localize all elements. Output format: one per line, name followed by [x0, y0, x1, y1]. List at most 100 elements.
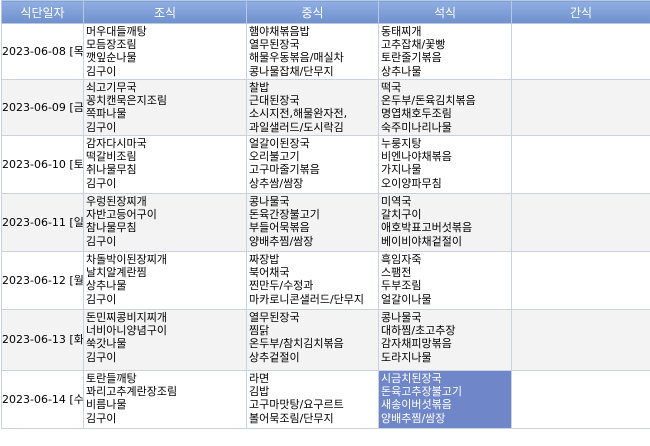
menu-item: 라면 — [249, 372, 270, 385]
lunch-cell[interactable]: 찰밥 근대된장국 소시지전,해물완자전, 과일샐러드/도시락김 — [246, 79, 379, 136]
dinner-cell-selected[interactable]: 시금치된장국 돈육고추장불고기 새송이버섯볶음 양배추찜/쌈장 — [378, 370, 512, 429]
date-cell: 2023-06-11 [일요일] — [1, 193, 84, 252]
menu-item: 명엽채호두조림 — [381, 107, 452, 121]
menu-item: 날치알계란찜 — [86, 266, 147, 280]
menu-item: 김구이 — [86, 120, 117, 134]
menu-item: 오이양파무침 — [381, 176, 442, 190]
menu-item: 돈육고추장불고기 — [381, 385, 462, 399]
breakfast-cell[interactable]: 차돌박이된장찌개 날치알계란찜 상추나물 김구이 — [83, 251, 247, 310]
menu-item: 감자채피망볶음 — [381, 337, 452, 351]
lunch-cell[interactable]: 콩나물국 돈육간장불고기 부들어묵볶음 양배추찜/쌈장 — [246, 193, 379, 252]
menu-item: 상추나물 — [86, 279, 127, 293]
lunch-cell[interactable]: 얼갈이된장국 오리불고기 고구마줄기볶음 상추쌈/쌈장 — [246, 135, 379, 194]
table-row: 2023-06-11 [일요일] 우렁된장찌개자반고등어구이참나물무침김구이 콩… — [1, 193, 650, 252]
menu-item: 김구이 — [86, 64, 117, 78]
meal-schedule-table: 식단일자 조식 중식 석식 간식 2023-06-08 [목요일] 머우대들깨탕… — [1, 0, 650, 429]
menu-item: 꽈리고추계란장조림 — [86, 385, 178, 399]
header-lunch[interactable]: 중식 — [246, 0, 379, 24]
lunch-cell[interactable]: 열무된장국 찜닭 온두부/참치김치볶음 상추겉절이 — [246, 309, 379, 371]
date-cell: 2023-06-13 [화요일] — [1, 309, 84, 371]
menu-item: 누룽지탕 — [381, 137, 422, 150]
snack-cell[interactable] — [511, 135, 650, 194]
header-breakfast[interactable]: 조식 — [83, 0, 247, 24]
header-snack[interactable]: 간식 — [511, 0, 650, 24]
dinner-cell[interactable]: 떡국 온두부/돈육김치볶음 명엽채호두조림 숙주미나리나물 — [378, 79, 512, 136]
menu-item: 온두부/돈육김치볶음 — [381, 94, 476, 108]
lunch-cell[interactable]: 짜장밥 북어채국 찐만두/수정과 마카로니콘샐러드/단무지 — [246, 251, 379, 310]
menu-item: 김밥 — [249, 385, 270, 399]
menu-item: 새송이버섯볶음 — [381, 398, 452, 412]
dinner-cell[interactable]: 누룽지탕 비엔나야채볶음 가지나물 오이양파무침 — [378, 135, 512, 194]
menu-item: 비름나물 — [86, 398, 127, 412]
menu-item: 갈치구이 — [381, 208, 422, 222]
menu-item: 마카로니콘샐러드/단무지 — [249, 292, 365, 306]
breakfast-cell[interactable]: 돈민찌콩비지찌개 너비아니양념구이 쑥갓나물 김구이 — [83, 309, 247, 371]
menu-item: 오리불고기 — [249, 150, 300, 164]
menu-item: 상추겉절이 — [249, 350, 300, 364]
menu-item: 콩나물잡채/단무지 — [249, 64, 334, 78]
breakfast-cell[interactable]: 쇠고기무국 꽁치캔묵은지조림 쪽파나물 김구이 — [83, 79, 247, 136]
menu-item: 콩나물국 — [381, 311, 422, 324]
menu-item: 스팸전 — [381, 266, 412, 280]
breakfast-cell[interactable]: 감자다시마국 떡갈비조림 취나물무침 김구이 — [83, 135, 247, 194]
table-row: 2023-06-10 [토요일] 감자다시마국떡갈비조림취나물무침김구이 얼갈이… — [1, 135, 650, 194]
menu-item: 쑥갓나물 — [86, 337, 127, 351]
menu-item: 꽁치캔묵은지조림 — [86, 94, 167, 108]
menu-item: 콩나물국 — [249, 195, 290, 208]
menu-item: 김구이 — [86, 292, 117, 306]
menu-item: 과일샐러드/도시락김 — [249, 120, 344, 134]
menu-item: 애호박표고버섯볶음 — [381, 221, 473, 235]
menu-item: 찜닭 — [249, 324, 270, 338]
menu-item: 상추쌈/쌈장 — [249, 176, 304, 190]
menu-item: 감자다시마국 — [86, 137, 147, 150]
menu-item: 떡국 — [381, 81, 402, 94]
menu-item: 자반고등어구이 — [86, 208, 157, 222]
menu-item: 취나물무침 — [86, 163, 137, 177]
menu-item: 북어채국 — [249, 266, 290, 280]
snack-cell[interactable] — [511, 309, 650, 371]
table-row: 2023-06-13 [화요일] 돈민찌콩비지찌개너비아니양념구이쑥갓나물김구이… — [1, 309, 650, 371]
menu-item: 고추잡채/꽃빵 — [381, 38, 446, 52]
menu-item: 김구이 — [86, 350, 117, 364]
menu-item: 참나물무침 — [86, 221, 137, 235]
header-date[interactable]: 식단일자 — [1, 0, 84, 24]
snack-cell[interactable] — [511, 79, 650, 136]
menu-item: 베이비야채겉절이 — [381, 234, 462, 248]
table-row: 2023-06-14 [수요일] 토란들깨탕꽈리고추계란장조림비름나물김구이 라… — [1, 370, 650, 429]
date-cell: 2023-06-10 [토요일] — [1, 135, 84, 194]
menu-item: 시금치된장국 — [381, 372, 442, 385]
header-dinner[interactable]: 석식 — [378, 0, 512, 24]
menu-item: 양배추찜/쌈장 — [249, 234, 314, 248]
menu-item: 온두부/참치김치볶음 — [249, 337, 344, 351]
menu-item: 쇠고기무국 — [86, 81, 137, 94]
menu-item: 비엔나야채볶음 — [381, 150, 452, 164]
snack-cell[interactable] — [511, 193, 650, 252]
header-row: 식단일자 조식 중식 석식 간식 — [1, 0, 650, 24]
table-row: 2023-06-09 [금요일] 쇠고기무국꽁치캔묵은지조림쪽파나물김구이 찰밥… — [1, 79, 650, 136]
lunch-cell[interactable]: 라면 김밥 고구마맛탕/요구르트 볼어묵조림/단무지 — [246, 370, 379, 429]
menu-item: 차돌박이된장찌개 — [86, 253, 167, 266]
menu-item: 김구이 — [86, 234, 117, 248]
menu-item: 상추나물 — [381, 64, 422, 78]
date-cell: 2023-06-14 [수요일] — [1, 370, 84, 429]
menu-item: 고구마줄기볶음 — [249, 163, 320, 177]
breakfast-cell[interactable]: 머우대들깨탕 모듬장조림 깻잎순나물 김구이 — [83, 23, 247, 80]
menu-item: 열무된장국 — [249, 311, 300, 324]
menu-item: 동태찌개 — [381, 25, 422, 38]
snack-cell[interactable] — [511, 370, 650, 429]
menu-item: 돈육간장불고기 — [249, 208, 320, 222]
menu-item: 쪽파나물 — [86, 107, 127, 121]
dinner-cell[interactable]: 미역국 갈치구이 애호박표고버섯볶음 베이비야채겉절이 — [378, 193, 512, 252]
menu-item: 얼갈이된장국 — [249, 137, 310, 150]
lunch-cell[interactable]: 햄야채볶음밥 열무된장국 해물우동볶음/매실차 콩나물잡채/단무지 — [246, 23, 379, 80]
menu-item: 양배추찜/쌈장 — [381, 411, 446, 425]
snack-cell[interactable] — [511, 23, 650, 80]
snack-cell[interactable] — [511, 251, 650, 310]
dinner-cell[interactable]: 흑임자죽 스팸전 두부조림 얼갈이나물 — [378, 251, 512, 310]
dinner-cell[interactable]: 콩나물국 대하찜/초고추장 감자채피망볶음 도라지나물 — [378, 309, 512, 371]
breakfast-cell[interactable]: 토란들깨탕 꽈리고추계란장조림 비름나물 김구이 — [83, 370, 247, 429]
menu-item: 너비아니양념구이 — [86, 324, 167, 338]
breakfast-cell[interactable]: 우렁된장찌개 자반고등어구이 참나물무침 김구이 — [83, 193, 247, 252]
dinner-cell[interactable]: 동태찌개 고추잡채/꽃빵 토란줄기볶음 상추나물 — [378, 23, 512, 80]
table-row: 2023-06-08 [목요일] 머우대들깨탕모듬장조림깻잎순나물김구이 햄야채… — [1, 23, 650, 80]
